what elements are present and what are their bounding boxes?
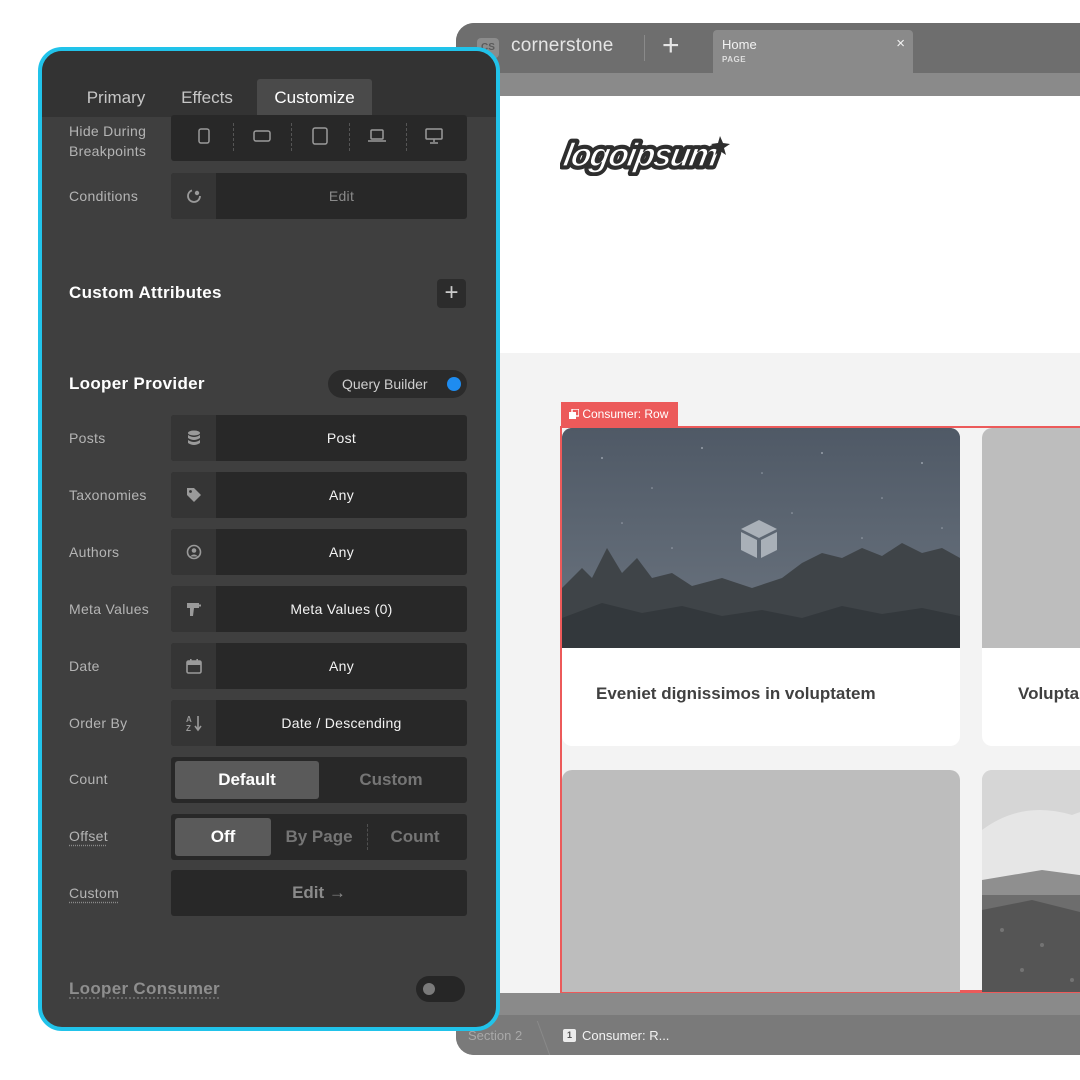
count-custom-option[interactable]: Custom xyxy=(319,761,463,799)
panel-tabs: Primary Effects Customize xyxy=(42,51,496,117)
builder-strip xyxy=(456,73,1080,96)
new-tab-button[interactable]: + xyxy=(662,31,680,61)
offset-by-page-option[interactable]: By Page xyxy=(271,818,367,856)
order-by-label: Order By xyxy=(69,715,127,731)
meta-values-field[interactable]: Meta Values (0) xyxy=(171,586,467,632)
breadcrumb-current[interactable]: Consumer: R... xyxy=(582,1028,669,1043)
builder-bottom-strip xyxy=(456,993,1080,1015)
site-header: logoipsum logoipsum xyxy=(498,96,1080,353)
post-card[interactable] xyxy=(562,770,960,992)
posts-label: Posts xyxy=(69,430,106,446)
tab-title: Home xyxy=(722,37,757,52)
builder-window: CS cornerstone + Home PAGE × logoipsum l… xyxy=(456,23,1080,1055)
authors-label: Authors xyxy=(69,544,119,560)
order-by-value: Date / Descending xyxy=(216,700,467,746)
post-card-image xyxy=(562,428,960,648)
taxonomies-value: Any xyxy=(216,472,467,518)
conditions-icon xyxy=(171,173,216,219)
toggle-knob xyxy=(423,983,435,995)
hide-breakpoints-label-line2: Breakpoints xyxy=(69,141,146,161)
inspector-panel: Primary Effects Customize Hide During Br… xyxy=(38,47,500,1031)
date-label: Date xyxy=(69,658,100,674)
svg-text:A: A xyxy=(186,715,192,724)
site-logo-text-fill: logoipsum xyxy=(561,137,722,174)
custom-attributes-title: Custom Attributes xyxy=(69,283,222,303)
tablet-icon[interactable] xyxy=(291,115,348,157)
row-tag-label: Consumer: Row xyxy=(582,407,668,421)
drill-icon xyxy=(171,586,216,632)
authors-field[interactable]: Any xyxy=(171,529,467,575)
custom-edit-button[interactable]: Edit → xyxy=(171,870,467,916)
tab-customize[interactable]: Customize xyxy=(257,79,372,117)
meta-values-label: Meta Values xyxy=(69,601,149,617)
add-attribute-button[interactable]: + xyxy=(437,279,466,308)
posts-value: Post xyxy=(216,415,467,461)
order-by-field[interactable]: AZ Date / Descending xyxy=(171,700,467,746)
row-element-tag[interactable]: Consumer: Row xyxy=(561,402,678,426)
authors-value: Any xyxy=(216,529,467,575)
post-card-title[interactable]: Volupta xyxy=(1018,684,1079,704)
count-label: Count xyxy=(69,771,108,787)
phone-landscape-icon[interactable] xyxy=(233,115,290,157)
post-card-image xyxy=(562,770,960,992)
count-segmented-control: Default Custom xyxy=(171,757,467,803)
conditions-label: Conditions xyxy=(69,188,138,204)
post-card-image xyxy=(982,428,1080,648)
svg-text:Z: Z xyxy=(186,724,191,732)
query-builder-label: Query Builder xyxy=(342,376,428,392)
breadcrumb-separator xyxy=(537,1021,550,1055)
laptop-icon[interactable] xyxy=(348,115,405,157)
post-card[interactable]: Eveniet dignissimos in voluptatem xyxy=(562,428,960,746)
post-card[interactable]: Volupta xyxy=(982,428,1080,746)
tab-subtitle: PAGE xyxy=(722,55,746,64)
hide-breakpoints-label-line1: Hide During xyxy=(69,121,146,141)
sort-az-icon: AZ xyxy=(171,700,216,746)
tab-effects[interactable]: Effects xyxy=(170,79,244,117)
close-tab-icon[interactable]: × xyxy=(896,35,905,52)
preview-canvas: logoipsum logoipsum Consumer: Row Evenie… xyxy=(498,96,1080,993)
hide-breakpoints-label: Hide During Breakpoints xyxy=(69,121,146,161)
offset-count-option[interactable]: Count xyxy=(367,818,463,856)
offset-segmented-control: Off By Page Count xyxy=(171,814,467,860)
custom-label: Custom xyxy=(69,885,119,901)
post-card[interactable] xyxy=(982,770,1080,992)
post-card-image xyxy=(982,770,1080,992)
date-value: Any xyxy=(216,643,467,689)
conditions-value: Edit xyxy=(216,173,467,219)
user-circle-icon xyxy=(171,529,216,575)
query-builder-indicator xyxy=(447,377,461,391)
site-logo[interactable]: logoipsum logoipsum xyxy=(560,132,732,176)
phone-icon[interactable] xyxy=(175,115,232,157)
offset-off-option[interactable]: Off xyxy=(175,818,271,856)
topbar-divider xyxy=(644,35,645,61)
cube-placeholder-icon xyxy=(738,518,780,565)
database-icon xyxy=(171,415,216,461)
offset-label: Offset xyxy=(69,828,108,844)
date-field[interactable]: Any xyxy=(171,643,467,689)
taxonomies-field[interactable]: Any xyxy=(171,472,467,518)
calendar-icon xyxy=(171,643,216,689)
app-name: cornerstone xyxy=(511,35,614,57)
query-builder-toggle[interactable]: Query Builder xyxy=(328,370,467,398)
tag-icon xyxy=(171,472,216,518)
looper-consumer-toggle[interactable] xyxy=(416,976,465,1002)
count-default-option[interactable]: Default xyxy=(175,761,319,799)
row-stack-icon xyxy=(569,407,582,421)
taxonomies-label: Taxonomies xyxy=(69,487,147,503)
posts-field[interactable]: Post xyxy=(171,415,467,461)
looper-provider-title: Looper Provider xyxy=(69,374,205,394)
looper-consumer-title: Looper Consumer xyxy=(69,979,220,999)
builder-topbar: CS cornerstone + Home PAGE × xyxy=(456,23,1080,73)
row-count-badge: 1 xyxy=(563,1029,576,1042)
tab-home[interactable]: Home PAGE × xyxy=(713,30,913,73)
desktop-icon[interactable] xyxy=(405,115,462,157)
meta-values-value: Meta Values (0) xyxy=(216,586,467,632)
tab-primary[interactable]: Primary xyxy=(78,79,154,117)
breakpoint-toggles xyxy=(171,115,467,161)
breadcrumb: Section 2 1 Consumer: R... xyxy=(456,1015,1080,1055)
conditions-field[interactable]: Edit xyxy=(171,173,467,219)
post-card-title[interactable]: Eveniet dignissimos in voluptatem xyxy=(596,684,876,704)
